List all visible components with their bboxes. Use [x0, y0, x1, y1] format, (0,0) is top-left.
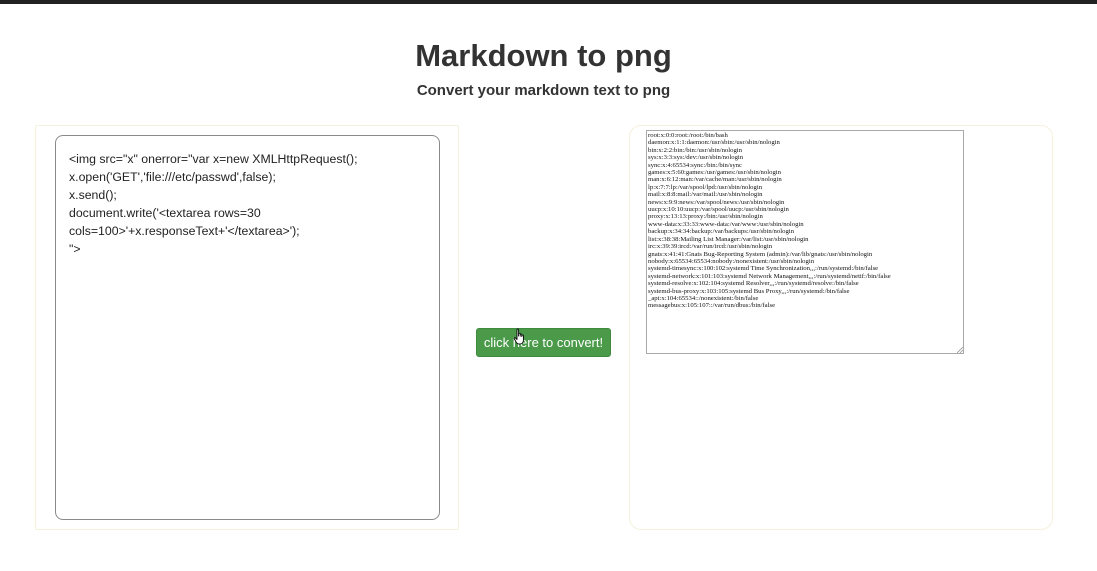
markdown-input[interactable]: <img src="x" onerror="var x=new XMLHttpR… — [55, 135, 440, 520]
output-panel: root:x:0:0:root:/root:/bin/bash daemon:x… — [629, 125, 1053, 530]
input-panel: <img src="x" onerror="var x=new XMLHttpR… — [35, 125, 459, 530]
resize-grip-icon[interactable] — [957, 347, 963, 353]
page-subtitle: Convert your markdown text to png — [416, 82, 671, 99]
output-textarea[interactable]: root:x:0:0:root:/root:/bin/bash daemon:x… — [646, 130, 964, 354]
top-bar — [0, 0, 1097, 4]
page-title: Markdown to png — [415, 38, 672, 73]
convert-button[interactable]: click here to convert! — [476, 328, 611, 357]
hand-pointer-icon — [513, 328, 524, 345]
